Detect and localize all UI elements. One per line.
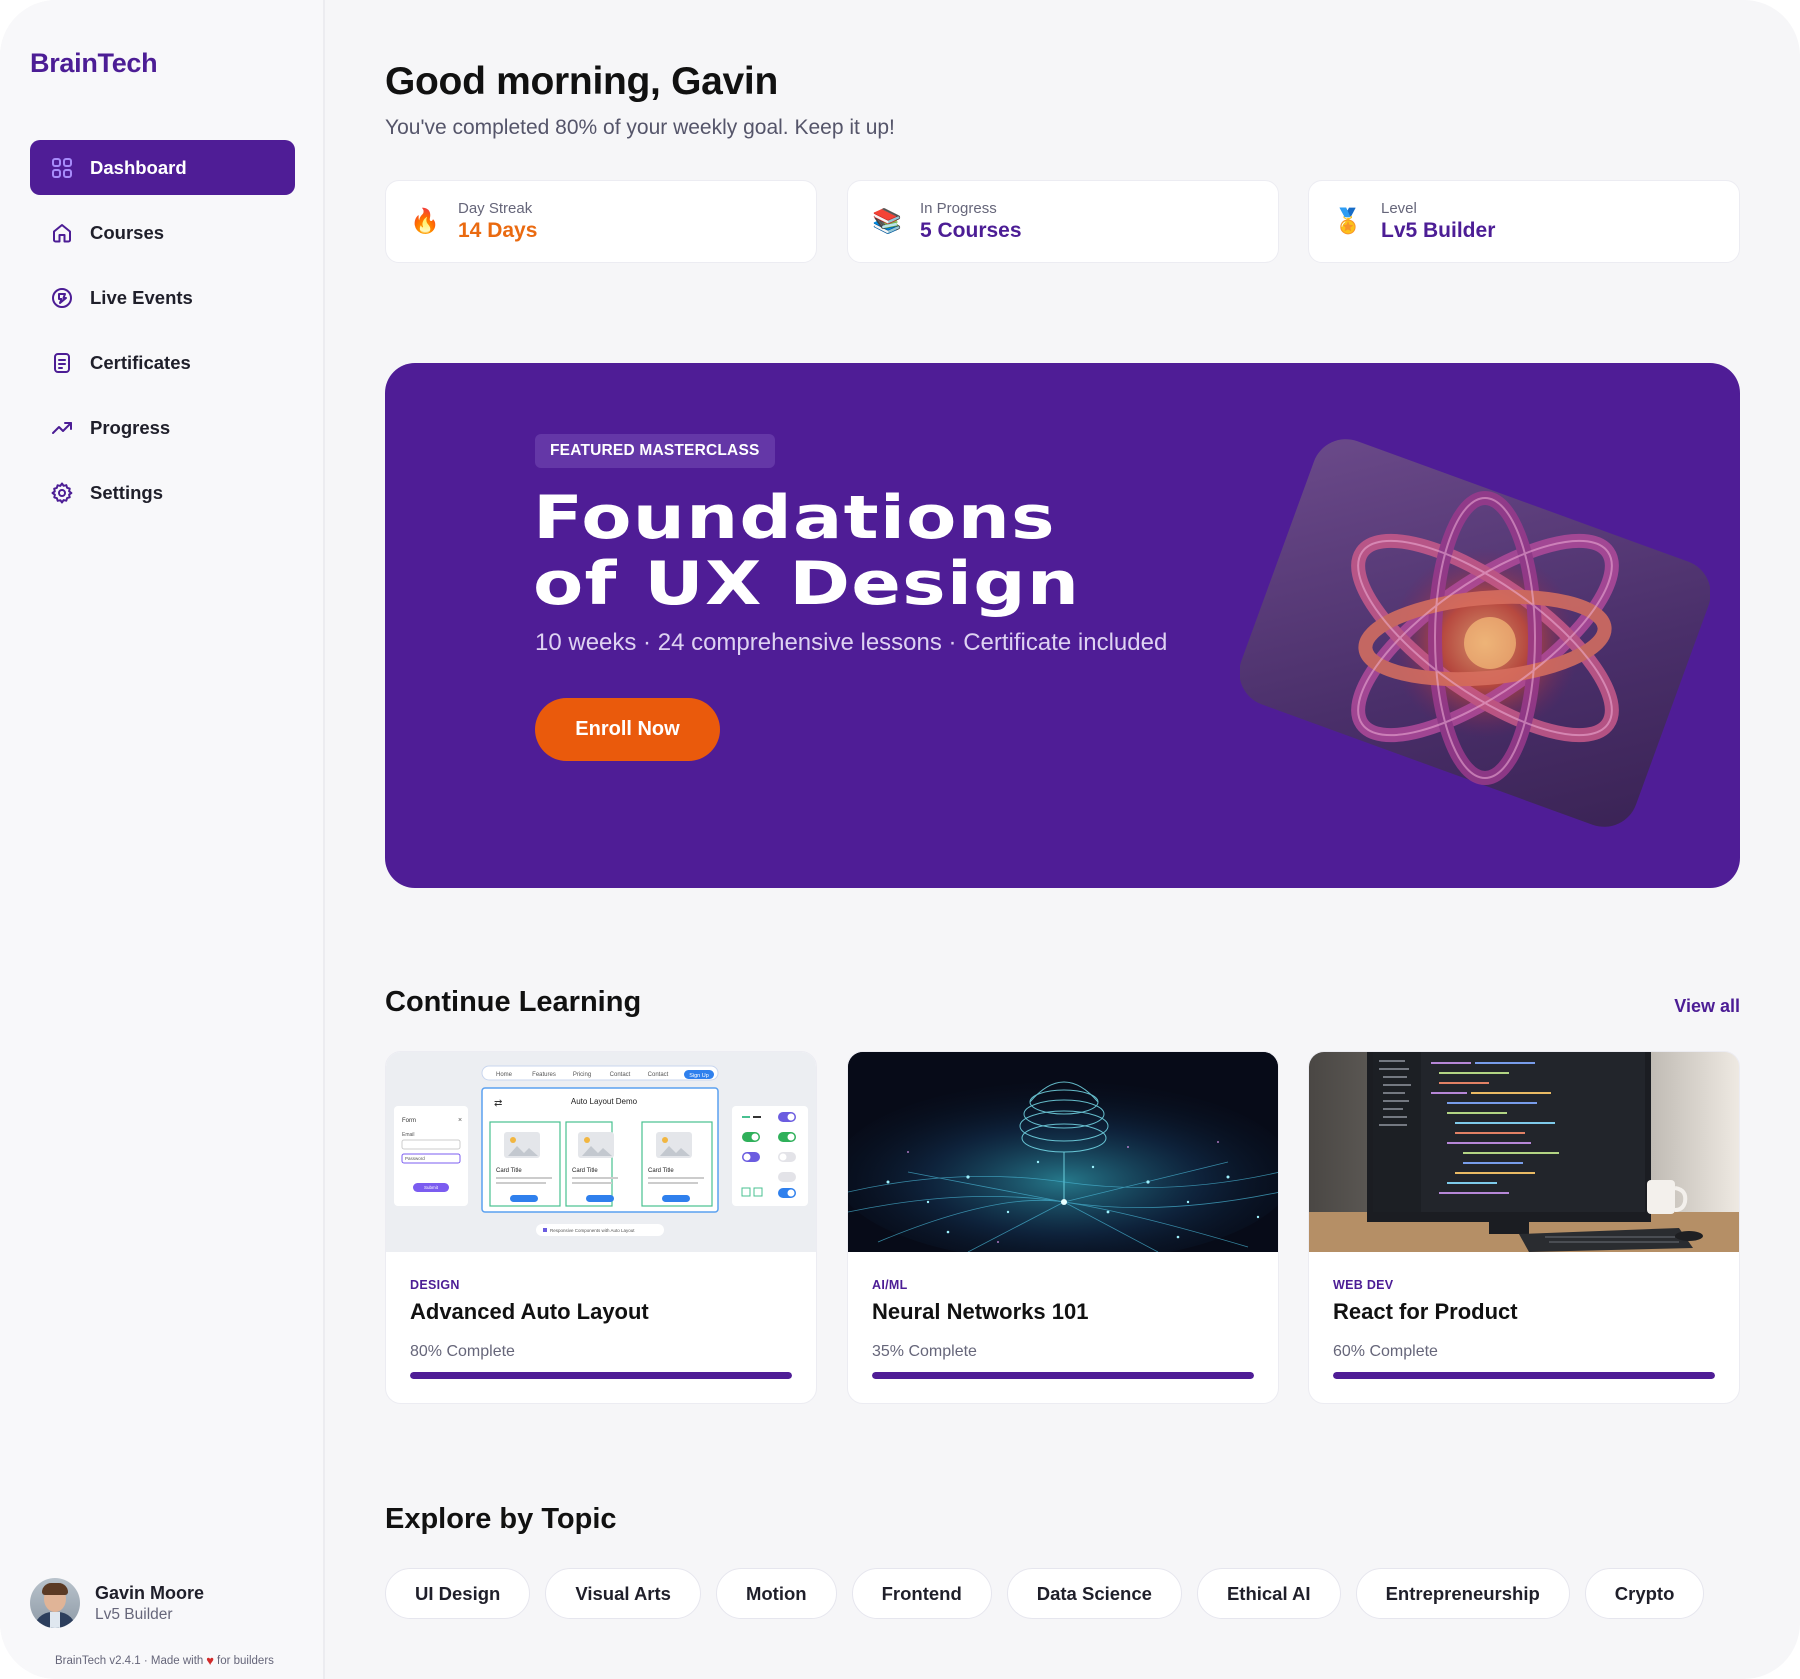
- nav-item-settings[interactable]: Settings: [30, 465, 295, 520]
- course-progress-text: 80% Complete: [410, 1343, 515, 1360]
- stat-label: In Progress: [920, 200, 997, 217]
- nav-item-certificates[interactable]: Certificates: [30, 335, 295, 390]
- demo-nav-4: Contact: [648, 1072, 669, 1078]
- glass-sculpture-image: [1240, 439, 1710, 827]
- course-category: WEB DEV: [1333, 1278, 1394, 1292]
- course-title: Neural Networks 101: [872, 1299, 1089, 1324]
- trending-up-icon: [50, 416, 74, 440]
- course-progress-bar: [410, 1372, 792, 1379]
- fire-icon: 🔥: [410, 208, 440, 235]
- course-progress-bar: [1333, 1372, 1715, 1379]
- svg-text:×: ×: [458, 1117, 462, 1124]
- brand-logo[interactable]: BrainTech: [30, 48, 158, 79]
- topic-chip[interactable]: Entrepreneurship: [1355, 1568, 1570, 1619]
- demo-nav-3: Contact: [610, 1072, 631, 1078]
- topic-chip[interactable]: Crypto: [1584, 1568, 1705, 1619]
- demo-nav-5: Sign Up: [689, 1073, 709, 1079]
- enroll-now-button[interactable]: Enroll Now: [535, 698, 720, 761]
- course-title: Advanced Auto Layout: [410, 1299, 649, 1324]
- topic-chip[interactable]: Motion: [715, 1568, 837, 1619]
- svg-text:⇄: ⇄: [494, 1098, 502, 1109]
- stat-value: Lv5 Builder: [1381, 219, 1496, 242]
- demo-card-title-1: Card Title: [496, 1168, 522, 1174]
- course-category: DESIGN: [410, 1278, 460, 1292]
- dashboard-grid-icon: [50, 156, 74, 180]
- stat-card-level: 🏅 Level Lv5 Builder: [1308, 180, 1740, 263]
- demo-nav-0: Home: [496, 1072, 513, 1078]
- user-name: Gavin Moore: [95, 1582, 205, 1603]
- topic-chip[interactable]: Data Science: [1006, 1568, 1182, 1619]
- version-footer: BrainTech v2.4.1 · Made with ♥ for build…: [55, 1653, 274, 1668]
- user-profile[interactable]: Gavin Moore Lv5 Builder: [30, 1578, 204, 1628]
- course-progress-text: 60% Complete: [1333, 1343, 1438, 1360]
- footer-prefix: BrainTech v2.4.1 · Made with: [55, 1654, 204, 1667]
- stat-label: Day Streak: [458, 200, 533, 217]
- footer-suffix: for builders: [217, 1654, 274, 1667]
- app-window: BrainTech Dashboard Courses Live Events: [0, 0, 1800, 1679]
- stat-value: 14 Days: [458, 219, 538, 242]
- gear-icon: [50, 481, 74, 505]
- course-thumbnail-auto-layout: Home Features Pricing Contact Contact Si…: [386, 1052, 816, 1252]
- user-role: Lv5 Builder: [95, 1605, 173, 1623]
- stat-value: 5 Courses: [920, 219, 1022, 242]
- continue-learning-heading: Continue Learning: [385, 986, 642, 1018]
- weekly-goal-text: You've completed 80% of your weekly goal…: [385, 116, 895, 139]
- sidebar-nav: Dashboard Courses Live Events Certificat…: [30, 140, 295, 530]
- nav-item-label: Settings: [90, 481, 163, 503]
- sidebar: BrainTech Dashboard Courses Live Events: [0, 0, 325, 1679]
- nav-item-label: Certificates: [90, 351, 191, 373]
- stat-label: Level: [1381, 200, 1417, 217]
- topic-chip[interactable]: Frontend: [851, 1568, 992, 1619]
- nav-item-label: Progress: [90, 416, 171, 438]
- course-card-neural-networks[interactable]: AI/ML Neural Networks 101 35% Complete: [847, 1051, 1279, 1404]
- featured-badge: FEATURED MASTERCLASS: [535, 434, 775, 468]
- nav-item-live-events[interactable]: Live Events: [30, 270, 295, 325]
- demo-nav-1: Features: [532, 1072, 556, 1078]
- demo-form-submit: Submit: [424, 1185, 439, 1190]
- nav-item-dashboard[interactable]: Dashboard: [30, 140, 295, 195]
- topic-chip-list: UI Design Visual Arts Motion Frontend Da…: [385, 1568, 1705, 1619]
- course-category: AI/ML: [872, 1278, 908, 1292]
- home-icon: [50, 221, 74, 245]
- demo-form-password: Password: [405, 1156, 425, 1161]
- demo-form-title: Form: [402, 1118, 416, 1124]
- nav-item-label: Live Events: [90, 286, 193, 308]
- nav-item-label: Courses: [90, 221, 165, 243]
- course-title: React for Product: [1333, 1299, 1518, 1324]
- course-progress-bar: [872, 1372, 1254, 1379]
- demo-card-title-2: Card Title: [572, 1168, 598, 1174]
- live-events-icon: [50, 286, 74, 310]
- course-card-react[interactable]: WEB DEV React for Product 60% Complete: [1308, 1051, 1740, 1404]
- explore-topic-heading: Explore by Topic: [385, 1503, 617, 1535]
- nav-item-progress[interactable]: Progress: [30, 400, 295, 455]
- stat-card-streak: 🔥 Day Streak 14 Days: [385, 180, 817, 263]
- course-thumbnail-react: [1309, 1052, 1739, 1252]
- medal-icon: 🏅: [1333, 208, 1363, 235]
- course-thumbnail-neural-networks: [848, 1052, 1278, 1252]
- topic-chip[interactable]: Ethical AI: [1196, 1568, 1341, 1619]
- demo-card-title-3: Card Title: [648, 1168, 674, 1174]
- demo-form-email: Email: [402, 1132, 415, 1138]
- topic-chip[interactable]: UI Design: [385, 1568, 531, 1619]
- demo-nav-2: Pricing: [573, 1072, 591, 1078]
- course-progress-text: 35% Complete: [872, 1343, 977, 1360]
- demo-title: Auto Layout Demo: [571, 1097, 638, 1106]
- hero-subtitle: 10 weeks · 24 comprehensive lessons · Ce…: [535, 629, 1168, 656]
- course-card-auto-layout[interactable]: Home Features Pricing Contact Contact Si…: [385, 1051, 817, 1404]
- topic-chip[interactable]: Visual Arts: [545, 1568, 701, 1619]
- page-title: Good morning, Gavin: [385, 60, 778, 103]
- nav-item-label: Dashboard: [90, 156, 187, 178]
- demo-caption: Responsive Components with Auto Layout: [550, 1228, 635, 1233]
- avatar: [30, 1578, 80, 1628]
- stat-card-in-progress: 📚 In Progress 5 Courses: [847, 180, 1279, 263]
- view-all-link[interactable]: View all: [1674, 996, 1740, 1017]
- nav-item-courses[interactable]: Courses: [30, 205, 295, 260]
- certificate-document-icon: [50, 351, 74, 375]
- heart-icon: ♥: [206, 1653, 215, 1668]
- books-icon: 📚: [872, 208, 902, 235]
- featured-masterclass-banner: FEATURED MASTERCLASS Foundations of UX D…: [385, 363, 1740, 888]
